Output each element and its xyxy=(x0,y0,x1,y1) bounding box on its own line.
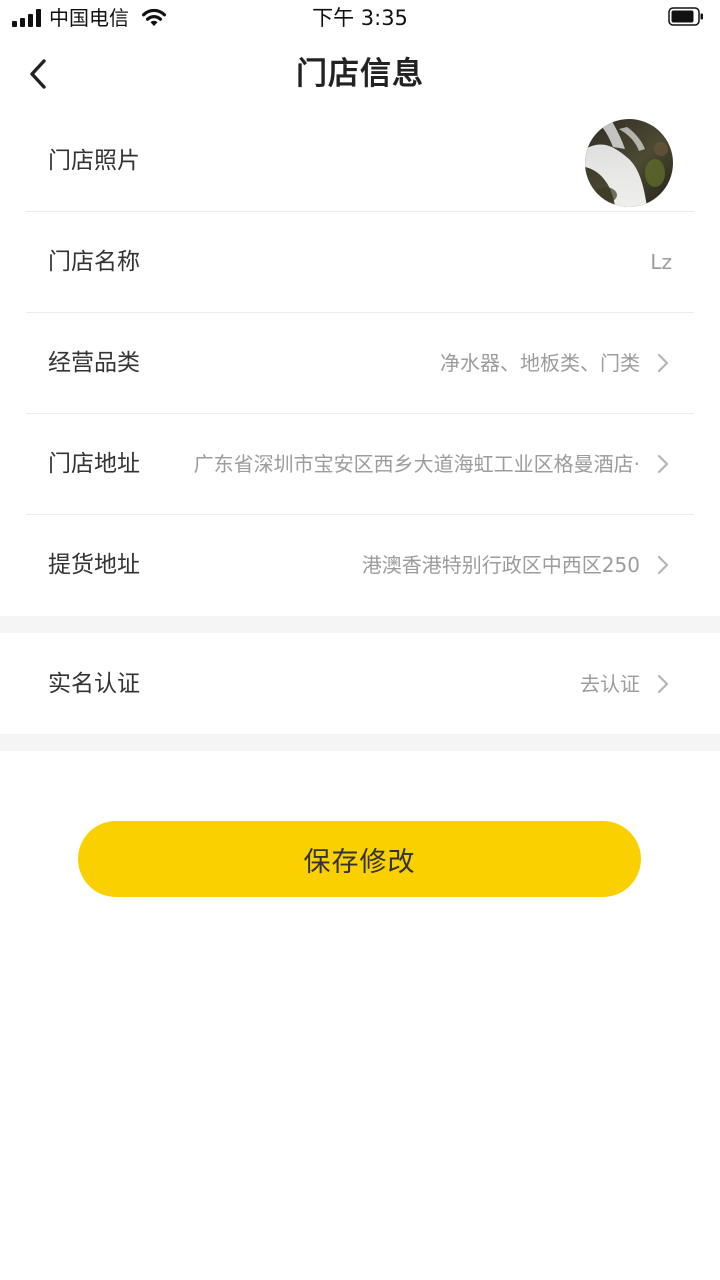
waterfall-photo xyxy=(585,119,673,207)
row-label: 经营品类 xyxy=(48,350,140,376)
chevron-right-icon xyxy=(657,454,669,474)
battery-icon xyxy=(668,7,703,26)
business-category-value: 净水器、地板类、门类 xyxy=(440,351,640,375)
store-photo-row[interactable]: 门店照片 xyxy=(26,112,694,212)
chevron-right-icon xyxy=(657,674,669,694)
status-bar: 中国电信 下午 3:35 xyxy=(0,0,720,36)
chevron-right-icon xyxy=(657,555,669,575)
row-label: 门店名称 xyxy=(48,249,140,275)
row-label: 门店照片 xyxy=(48,148,140,174)
store-photo-avatar[interactable] xyxy=(585,119,673,207)
row-label: 实名认证 xyxy=(48,671,140,697)
nav-bar: 门店信息 xyxy=(0,36,720,112)
store-name-row[interactable]: 门店名称 Lz xyxy=(26,212,694,313)
section-divider xyxy=(0,616,720,633)
row-label: 门店地址 xyxy=(48,451,140,477)
business-category-row[interactable]: 经营品类 净水器、地板类、门类 xyxy=(26,313,694,414)
store-address-value: 广东省深圳市宝安区西乡大道海虹工业区格曼酒店· xyxy=(193,452,640,476)
store-address-row[interactable]: 门店地址 广东省深圳市宝安区西乡大道海虹工业区格曼酒店· xyxy=(26,414,694,515)
clock: 下午 3:35 xyxy=(312,6,408,30)
pickup-address-value: 港澳香港特别行政区中西区250 xyxy=(361,553,640,577)
store-name-value: Lz xyxy=(650,250,672,274)
save-button[interactable]: 保存修改 xyxy=(78,821,641,897)
section-divider xyxy=(0,734,720,751)
verification-value: 去认证 xyxy=(580,672,640,696)
verification-row[interactable]: 实名认证 去认证 xyxy=(26,633,694,734)
page-title: 门店信息 xyxy=(296,56,424,92)
row-label: 提货地址 xyxy=(48,552,140,578)
chevron-right-icon xyxy=(657,353,669,373)
pickup-address-row[interactable]: 提货地址 港澳香港特别行政区中西区250 xyxy=(26,515,694,615)
